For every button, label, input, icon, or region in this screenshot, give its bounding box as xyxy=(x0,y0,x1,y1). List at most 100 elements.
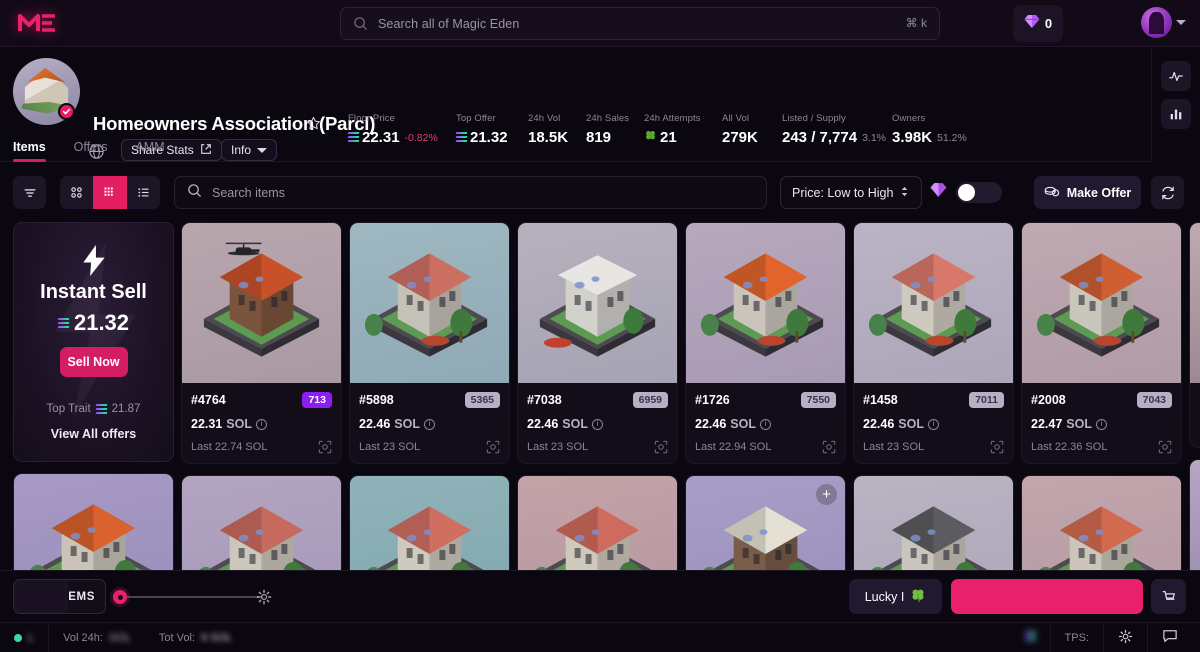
connection-status: L xyxy=(0,623,48,652)
nft-card[interactable] xyxy=(349,475,510,575)
sort-value: Price: Low to High xyxy=(792,185,894,200)
info-circle-icon[interactable]: i xyxy=(423,418,435,430)
global-search-input[interactable]: Search all of Magic Eden ⌘ k xyxy=(340,7,940,40)
scan-frame-icon[interactable] xyxy=(1158,440,1172,454)
nft-card[interactable] xyxy=(181,475,342,575)
nft-currency: SOL xyxy=(562,417,588,431)
nft-card[interactable]: #5898 5365 22.46 SOL i Last 23 SOL xyxy=(349,222,510,464)
scan-frame-icon[interactable] xyxy=(654,440,668,454)
nft-id: #7038 xyxy=(527,393,562,407)
collection-header: Homeowners Association (Parcl) Share Sta… xyxy=(0,47,1151,161)
nft-last-price: Last 22.36 SOL xyxy=(1031,441,1108,453)
tab-amm[interactable]: AMM xyxy=(135,133,164,162)
nft-last-price: Last 22.74 SOL xyxy=(191,441,268,453)
refresh-icon[interactable] xyxy=(1151,176,1184,209)
make-offer-button[interactable]: Make Offer xyxy=(1034,176,1141,209)
nft-thumbnail xyxy=(1190,223,1200,383)
nft-thumbnail xyxy=(182,476,341,575)
bar-chart-icon[interactable] xyxy=(1161,99,1191,129)
nft-card[interactable]: + xyxy=(685,475,846,575)
tot-vol-value: 9 SOL xyxy=(200,631,233,644)
scan-frame-icon[interactable] xyxy=(822,440,836,454)
avatar[interactable] xyxy=(1141,7,1172,38)
sort-select[interactable]: Price: Low to High xyxy=(780,176,922,209)
vol-24h-label: Vol 24h: xyxy=(63,631,103,644)
nft-card[interactable] xyxy=(1189,459,1200,575)
nft-card[interactable] xyxy=(13,473,174,575)
top-trait-value: 21.87 xyxy=(111,403,141,415)
shopping-cart-icon[interactable] xyxy=(1151,579,1186,614)
nft-thumbnail xyxy=(1022,223,1181,383)
nft-card[interactable]: #7038 6959 22.46 SOL i Last 23 SOL xyxy=(517,222,678,464)
rarity-rank-badge: 5365 xyxy=(464,392,500,408)
lightning-bolt-icon xyxy=(81,245,107,276)
toggle-switch[interactable] xyxy=(956,182,1002,203)
quantity-input[interactable] xyxy=(14,580,68,613)
scan-frame-icon[interactable] xyxy=(990,440,1004,454)
list-view-icon[interactable] xyxy=(127,176,160,209)
scan-frame-icon[interactable] xyxy=(318,440,332,454)
filter-icon[interactable] xyxy=(13,176,46,209)
gems-balance-button[interactable]: 0 xyxy=(1013,5,1063,42)
grid-column: #2008 7043 22.47 SOL i Last 22.36 SOL xyxy=(1021,222,1189,575)
view-all-offers-link[interactable]: View All offers xyxy=(51,427,136,441)
nft-id: #1458 xyxy=(863,393,898,407)
grid-small-icon[interactable] xyxy=(93,176,127,209)
user-menu[interactable] xyxy=(1141,7,1186,38)
settings-button[interactable] xyxy=(1104,623,1147,652)
stat-label: 24h Attempts xyxy=(644,113,701,124)
chat-bubble-icon xyxy=(1162,629,1178,646)
stat-label: 24h Sales xyxy=(586,113,630,124)
quantity-slider[interactable] xyxy=(113,590,263,604)
search-icon xyxy=(187,183,202,203)
nft-price: 22.46 xyxy=(695,417,727,431)
sell-now-button[interactable]: Sell Now xyxy=(59,347,128,377)
magic-eden-logo[interactable] xyxy=(18,12,60,34)
nft-card[interactable]: #2008 7043 22.47 SOL i Last 22.36 SOL xyxy=(1021,222,1182,464)
gem-filter-toggle[interactable] xyxy=(930,182,1002,203)
slider-track xyxy=(125,596,263,598)
tps-cell: TPS: xyxy=(1051,623,1103,652)
instant-sell-card[interactable]: Instant Sell 21.32 Sell Now Top Trait 21.87 V… xyxy=(13,222,174,462)
gear-icon[interactable] xyxy=(256,589,272,605)
info-circle-icon[interactable]: i xyxy=(591,418,603,430)
nft-card[interactable] xyxy=(517,475,678,575)
activity-pulse-icon[interactable] xyxy=(1161,61,1191,91)
scan-frame-icon[interactable] xyxy=(486,440,500,454)
chevron-down-icon xyxy=(1176,20,1186,25)
grid-large-icon[interactable] xyxy=(60,176,93,209)
online-dot xyxy=(14,633,22,642)
top-navigation-bar: Search all of Magic Eden ⌘ k 0 xyxy=(0,0,1200,47)
nft-card[interactable]: #1458 7011 22.46 SOL i Last 23 SOL xyxy=(853,222,1014,464)
top-trait-row: Top Trait 21.87 xyxy=(47,403,141,415)
nft-meta: #1726 7550 22.46 SOL i Last 22.94 SOL xyxy=(686,383,845,463)
nft-thumbnail xyxy=(518,476,677,575)
info-circle-icon[interactable]: i xyxy=(927,418,939,430)
status-text: L xyxy=(28,631,35,644)
search-input[interactable]: Search items xyxy=(174,176,767,209)
lucky-buy-button[interactable]: Lucky I xyxy=(849,579,942,614)
nft-card[interactable]: #1726 7550 22.46 SOL i Last 22.94 SOL xyxy=(685,222,846,464)
info-circle-icon[interactable]: i xyxy=(255,418,267,430)
nft-card[interactable] xyxy=(1021,475,1182,575)
coins-icon xyxy=(1044,185,1060,201)
chat-button[interactable] xyxy=(1148,623,1200,652)
nft-card[interactable] xyxy=(1189,222,1200,448)
nft-thumbnail xyxy=(686,223,845,383)
nft-card[interactable]: #4764 713 22.31 SOL i Last 22.74 SOL xyxy=(181,222,342,464)
tab-offers[interactable]: Offers xyxy=(74,133,108,162)
buy-now-button[interactable] xyxy=(951,579,1143,614)
items-quantity-stepper[interactable]: ITEMS xyxy=(13,579,106,614)
instant-sell-title: Instant Sell xyxy=(40,281,147,303)
nft-id: #5898 xyxy=(359,393,394,407)
add-to-cart-plus-icon[interactable]: + xyxy=(816,484,837,505)
star-outline-icon[interactable] xyxy=(306,116,321,131)
info-circle-icon[interactable]: i xyxy=(759,418,771,430)
info-circle-icon[interactable]: i xyxy=(1095,418,1107,430)
nft-id: #2008 xyxy=(1031,393,1066,407)
nft-thumbnail xyxy=(518,223,677,383)
tab-items[interactable]: Items xyxy=(13,133,46,162)
slider-handle[interactable] xyxy=(113,590,127,604)
nft-thumbnail xyxy=(854,476,1013,575)
nft-card[interactable] xyxy=(853,475,1014,575)
